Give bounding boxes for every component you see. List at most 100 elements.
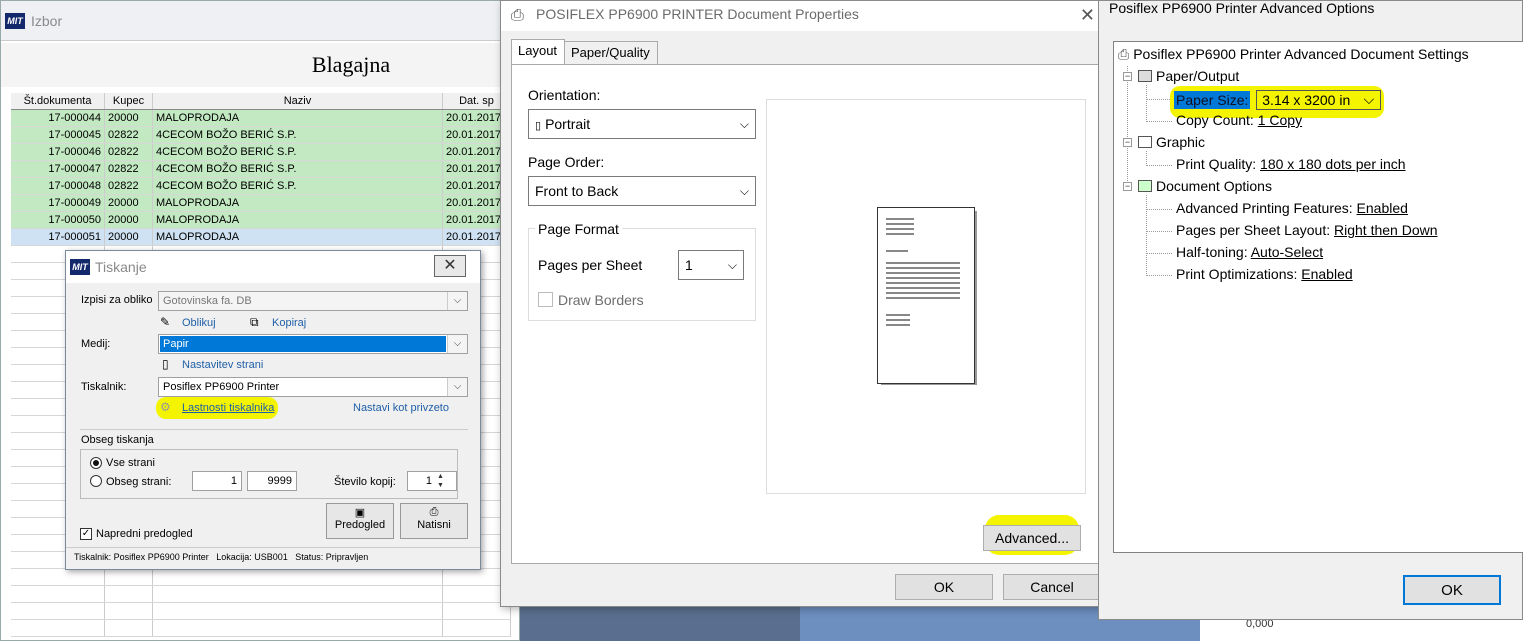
oblikuj-link[interactable]: Oblikuj xyxy=(182,317,216,329)
tiskanje-dialog: MIT Tiskanje ✕ Izpisi za obliko Gotovins… xyxy=(65,250,481,570)
table-row[interactable]: 17-000045 02822 4CECOM BOŽO BERIĆ S.P. 20.0… xyxy=(11,127,511,144)
col-header-stevilka[interactable]: Št.dokumenta xyxy=(11,93,105,109)
advanced-ok-button[interactable]: OK xyxy=(1403,575,1501,605)
table-cell xyxy=(11,620,105,636)
table-row[interactable]: 17-000051 20000 MALOPRODAJA 20.01.2017 xyxy=(11,229,511,246)
napredni-checkbox[interactable]: ✓ xyxy=(80,528,92,540)
table-cell: 17-000047 xyxy=(11,161,105,177)
natisni-button[interactable]: ⎙ Natisni xyxy=(400,503,468,539)
table-cell: 20000 xyxy=(105,195,153,211)
tree-print-quality: Print Quality: 180 x 180 dots per inch xyxy=(1176,156,1406,172)
izbor-titlebar: MIT Izbor xyxy=(1,1,519,41)
table-cell: 17-000050 xyxy=(11,212,105,228)
page-from-input[interactable]: 1 xyxy=(192,471,242,491)
apf-value[interactable]: Enabled xyxy=(1357,200,1408,216)
collapse-icon[interactable]: − xyxy=(1123,138,1132,147)
table-row[interactable]: 17-000046 02822 4CECOM BOŽO BERIĆ S.P. 20.0… xyxy=(11,144,511,161)
table-cell xyxy=(11,569,105,585)
table-row[interactable] xyxy=(11,586,511,603)
collapse-icon[interactable]: − xyxy=(1123,182,1132,191)
tree-line xyxy=(1127,66,1128,187)
table-row[interactable] xyxy=(11,603,511,620)
col-header-naziv[interactable]: Naziv xyxy=(153,93,443,109)
tree-apf: Advanced Printing Features: Enabled xyxy=(1176,200,1408,216)
medij-select[interactable]: Papir ⌵ xyxy=(158,334,468,354)
chevron-down-icon: ⌵ xyxy=(739,117,749,131)
table-cell xyxy=(153,569,443,585)
halftoning-value[interactable]: Auto-Select xyxy=(1251,244,1323,260)
lastnosti-link[interactable]: Lastnosti tiskalnika xyxy=(182,402,274,414)
table-cell xyxy=(105,569,153,585)
close-icon[interactable]: ✕ xyxy=(1080,5,1095,26)
table-cell: 17-000049 xyxy=(11,195,105,211)
collapse-icon[interactable]: − xyxy=(1123,72,1132,81)
table-cell xyxy=(11,603,105,619)
print-quality-value[interactable]: 180 x 180 dots per inch xyxy=(1260,156,1406,172)
col-header-kupec[interactable]: Kupec xyxy=(105,93,153,109)
tree-root: ⎙ Posiflex PP6900 Printer Advanced Docume… xyxy=(1118,46,1469,63)
draw-borders-label: Draw Borders xyxy=(558,292,644,308)
medij-value: Papir xyxy=(160,336,446,352)
page-to-input[interactable]: 9999 xyxy=(247,471,297,491)
obseg-strani-label: Obseg strani: xyxy=(106,476,172,488)
spinner-arrows-icon[interactable]: ▲ ▼ xyxy=(437,472,444,490)
table-cell: MALOPRODAJA xyxy=(153,229,443,245)
chevron-down-icon: ⌵ xyxy=(447,378,467,396)
cancel-button[interactable]: Cancel xyxy=(1003,574,1101,600)
psl-label: Pages per Sheet Layout: xyxy=(1176,222,1331,238)
tree-document-options: Document Options xyxy=(1138,178,1272,194)
psl-value[interactable]: Right then Down xyxy=(1334,222,1438,238)
paper-size-select[interactable]: 3.14 x 3200 in ⌵ xyxy=(1256,90,1382,110)
table-cell xyxy=(105,603,153,619)
tiskanje-title: Tiskanje xyxy=(95,259,147,275)
tab-paper-quality[interactable]: Paper/Quality xyxy=(564,41,658,65)
draw-borders-checkbox[interactable] xyxy=(538,292,553,307)
vse-strani-label: Vse strani xyxy=(106,457,155,469)
graphic-label: Graphic xyxy=(1156,134,1206,150)
stevilo-kopij-stepper[interactable]: 1 xyxy=(407,471,457,491)
tab-layout[interactable]: Layout xyxy=(511,39,565,65)
table-cell xyxy=(153,620,443,636)
print-optimizations-value[interactable]: Enabled xyxy=(1301,266,1352,282)
tree-halftoning: Half-toning: Auto-Select xyxy=(1176,244,1323,260)
chevron-down-icon: ⌵ xyxy=(447,292,467,310)
preview-icon: ▣ xyxy=(354,507,366,519)
pages-per-sheet-value: 1 xyxy=(685,257,693,273)
orientation-select[interactable]: ▯ Portrait ⌵ xyxy=(528,109,756,139)
obseg-strani-radio[interactable] xyxy=(90,475,102,487)
table-cell: 17-000051 xyxy=(11,229,105,245)
table-row[interactable]: 17-000050 20000 MALOPRODAJA 20.01.2017 xyxy=(11,212,511,229)
table-row[interactable]: 17-000047 02822 4CECOM BOŽO BERIĆ S.P. 20.0… xyxy=(11,161,511,178)
table-row[interactable]: 17-000044 20000 MALOPRODAJA 20.01.2017 xyxy=(11,110,511,127)
table-cell: 02822 xyxy=(105,178,153,194)
table-row[interactable] xyxy=(11,569,511,586)
gear-icon: ⚙ xyxy=(160,400,171,414)
pages-per-sheet-select[interactable]: 1 ⌵ xyxy=(678,250,744,280)
tree-line xyxy=(1146,121,1172,122)
table-cell: MALOPRODAJA xyxy=(153,110,443,126)
page-order-select[interactable]: Front to Back ⌵ xyxy=(528,176,756,206)
izpisi-select[interactable]: Gotovinska fa. DB ⌵ xyxy=(158,291,468,311)
table-row[interactable]: 17-000049 20000 MALOPRODAJA 20.01.2017 xyxy=(11,195,511,212)
nastavitev-link[interactable]: Nastavitev strani xyxy=(182,359,263,371)
table-row[interactable] xyxy=(11,620,511,637)
nastavi-privzeto-link[interactable]: Nastavi kot privzeto xyxy=(353,402,449,414)
tiskalnik-select[interactable]: Posiflex PP6900 Printer ⌵ xyxy=(158,377,468,397)
table-cell: MALOPRODAJA xyxy=(153,195,443,211)
tree-paper-size: Paper Size: 3.14 x 3200 in ⌵ xyxy=(1174,90,1382,110)
print-optimizations-label: Print Optimizations: xyxy=(1176,266,1298,282)
medij-label: Medij: xyxy=(81,338,111,350)
table-row[interactable]: 17-000048 02822 4CECOM BOŽO BERIĆ S.P. 20.0… xyxy=(11,178,511,195)
ok-button[interactable]: OK xyxy=(895,574,993,600)
table-cell xyxy=(443,620,511,636)
docprops-titlebar: ⎙ POSIFLEX PP6900 PRINTER Document Prope… xyxy=(501,1,1109,31)
tree-line xyxy=(1146,151,1147,164)
close-icon[interactable]: ✕ xyxy=(434,255,466,277)
copy-count-value[interactable]: 1 Copy xyxy=(1258,112,1302,128)
vse-strani-radio[interactable] xyxy=(90,457,102,469)
predogled-button[interactable]: ▣ Predogled xyxy=(326,503,394,539)
advanced-button[interactable]: Advanced... xyxy=(983,525,1081,551)
kopiraj-link[interactable]: Kopiraj xyxy=(272,317,306,329)
divider xyxy=(80,429,468,430)
table-cell xyxy=(153,586,443,602)
